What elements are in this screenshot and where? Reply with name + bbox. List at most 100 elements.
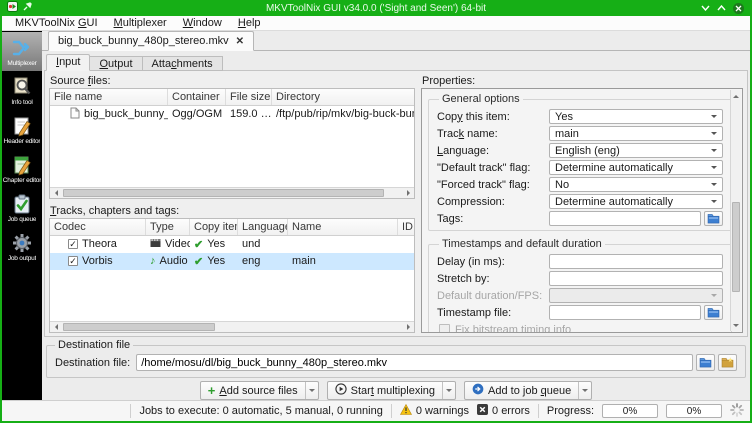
column-header[interactable]: Copy item (190, 218, 238, 235)
browse-tags-button[interactable] (704, 211, 723, 226)
close-icon[interactable] (733, 2, 744, 14)
divider (537, 404, 539, 418)
language-label: Language: (437, 144, 490, 157)
start-multiplexing-dropdown[interactable] (442, 382, 455, 399)
source-files-table[interactable]: File name Container File size Directory … (49, 87, 415, 200)
multiplexer-icon (11, 37, 33, 59)
multiplexer-tab-bar: Input Output Attachments (42, 54, 750, 71)
progress-bar-total: 0% (666, 404, 722, 418)
sidebar-item-job-queue[interactable]: Job queue (2, 188, 42, 227)
add-source-files-button[interactable]: + Add source files (199, 381, 319, 400)
scroll-right-icon[interactable] (403, 188, 414, 198)
sidebar-item-info-tool[interactable]: Info tool (2, 71, 42, 110)
pin-icon[interactable] (23, 2, 32, 14)
menu-help[interactable]: Help (231, 17, 268, 29)
pencil-document-icon (11, 115, 33, 137)
column-header[interactable]: ID (398, 219, 414, 235)
language-select[interactable]: English (eng) (549, 143, 723, 158)
delay-input[interactable] (549, 254, 723, 269)
table-row-selected[interactable]: ✓ Vorbis ♪ Audio ✔ Yes eng main (50, 252, 414, 270)
track-name-combobox[interactable]: main (549, 126, 723, 141)
checkbox-checked[interactable]: ✓ (68, 256, 78, 267)
tracks-table[interactable]: Codec Type Copy item Language Name ID ✓ T… (49, 217, 415, 333)
menu-mkvtoolnix-gui[interactable]: MKVToolNix GUI (8, 17, 105, 29)
app-icon (7, 1, 18, 15)
delay-label: Delay (in ms): (437, 255, 505, 268)
column-header[interactable]: Container (168, 88, 226, 105)
copy-this-item-select[interactable]: Yes (549, 109, 723, 124)
app-window: MKVToolNix GUI v34.0.0 ('Sight and Seen'… (0, 0, 752, 423)
sidebar-item-multiplexer[interactable]: Multiplexer (2, 32, 42, 71)
title-bar: MKVToolNix GUI v34.0.0 ('Sight and Seen'… (2, 0, 750, 16)
vertical-scrollbar[interactable] (730, 90, 741, 331)
checkbox-checked[interactable]: ✓ (68, 239, 78, 250)
tab-output[interactable]: Output (90, 56, 143, 71)
column-header[interactable]: File name (50, 88, 168, 105)
browse-destination-button[interactable] (696, 354, 715, 371)
tab-input[interactable]: Input (46, 54, 91, 71)
close-tab-icon[interactable]: ✕ (236, 36, 244, 47)
destination-group-title: Destination file (58, 339, 131, 351)
sidebar-item-chapter-editor[interactable]: Chapter editor (2, 149, 42, 188)
sidebar-item-label: Header editor (3, 137, 41, 145)
timestamps-group: Timestamps and default duration Delay (i… (428, 238, 732, 332)
column-header[interactable]: Type (146, 218, 190, 235)
chevron-down-icon (711, 200, 717, 206)
chevron-down-icon (711, 115, 717, 121)
cell-language: eng (242, 255, 261, 268)
destination-file-input[interactable] (136, 354, 693, 371)
timestamp-file-input[interactable] (549, 305, 701, 320)
minimize-icon[interactable] (701, 5, 710, 11)
column-header[interactable]: Directory (272, 89, 414, 105)
compression-select[interactable]: Determine automatically (549, 194, 723, 209)
column-header[interactable]: Codec (50, 218, 146, 235)
browse-timestamp-file-button[interactable] (704, 305, 723, 320)
sidebar-item-label: Chapter editor (2, 176, 42, 184)
sidebar-item-header-editor[interactable]: Header editor (2, 110, 42, 149)
scroll-up-icon[interactable] (731, 90, 741, 101)
column-header[interactable]: File size (226, 88, 272, 105)
scroll-down-icon[interactable] (731, 320, 741, 331)
document-tab[interactable]: big_buck_bunny_480p_stereo.mkv ✕ (48, 31, 255, 51)
forced-track-flag-select[interactable]: No (549, 177, 723, 192)
menu-multiplexer[interactable]: Multiplexer (107, 17, 174, 29)
maximize-icon[interactable] (717, 5, 726, 11)
scrollbar-thumb[interactable] (63, 323, 215, 331)
plus-icon: + (207, 382, 216, 398)
divider (390, 404, 392, 418)
new-folder-button[interactable]: ★ (718, 354, 737, 371)
cell-codec: Theora (82, 238, 117, 251)
add-source-files-dropdown[interactable] (304, 382, 318, 399)
chevron-down-icon (711, 183, 717, 189)
input-tab-content: Source files: File name Container File s… (44, 70, 748, 337)
document-tab-label: big_buck_bunny_480p_stereo.mkv (58, 35, 229, 47)
scroll-right-icon[interactable] (403, 322, 414, 332)
source-files-header: File name Container File size Directory (50, 88, 414, 106)
chevron-down-icon (711, 149, 717, 155)
add-to-job-queue-dropdown[interactable] (578, 382, 591, 399)
horizontal-scrollbar[interactable] (50, 321, 414, 332)
table-row[interactable]: big_buck_bunny_480p_… Ogg/OGM 159.0 … /f… (50, 106, 414, 123)
menu-window[interactable]: Window (176, 17, 229, 29)
table-row[interactable]: ✓ Theora Video ✔Yes und (50, 236, 414, 253)
scroll-left-icon[interactable] (50, 322, 61, 332)
tab-attachments[interactable]: Attachments (142, 56, 223, 71)
column-header[interactable]: Name (288, 218, 398, 235)
column-header[interactable]: Language (238, 218, 288, 235)
horizontal-scrollbar[interactable] (50, 187, 414, 199)
stretch-by-input[interactable] (549, 271, 723, 286)
sidebar-item-job-output[interactable]: Job output (2, 227, 42, 266)
scrollbar-thumb[interactable] (732, 202, 740, 292)
tags-input[interactable] (549, 211, 701, 226)
cell-language: und (242, 238, 261, 251)
play-icon (335, 383, 347, 398)
default-track-flag-label: "Default track" flag: (437, 161, 531, 174)
chevron-down-icon (711, 132, 717, 138)
scroll-left-icon[interactable] (50, 188, 61, 198)
destination-file-label: Destination file: (55, 356, 131, 369)
default-track-flag-select[interactable]: Determine automatically (549, 160, 723, 175)
add-to-job-queue-button[interactable]: Add to job queue (464, 381, 593, 400)
cell-container: Ogg/OGM (172, 108, 223, 121)
scrollbar-thumb[interactable] (63, 189, 384, 198)
start-multiplexing-button[interactable]: Start multiplexing (326, 381, 457, 400)
